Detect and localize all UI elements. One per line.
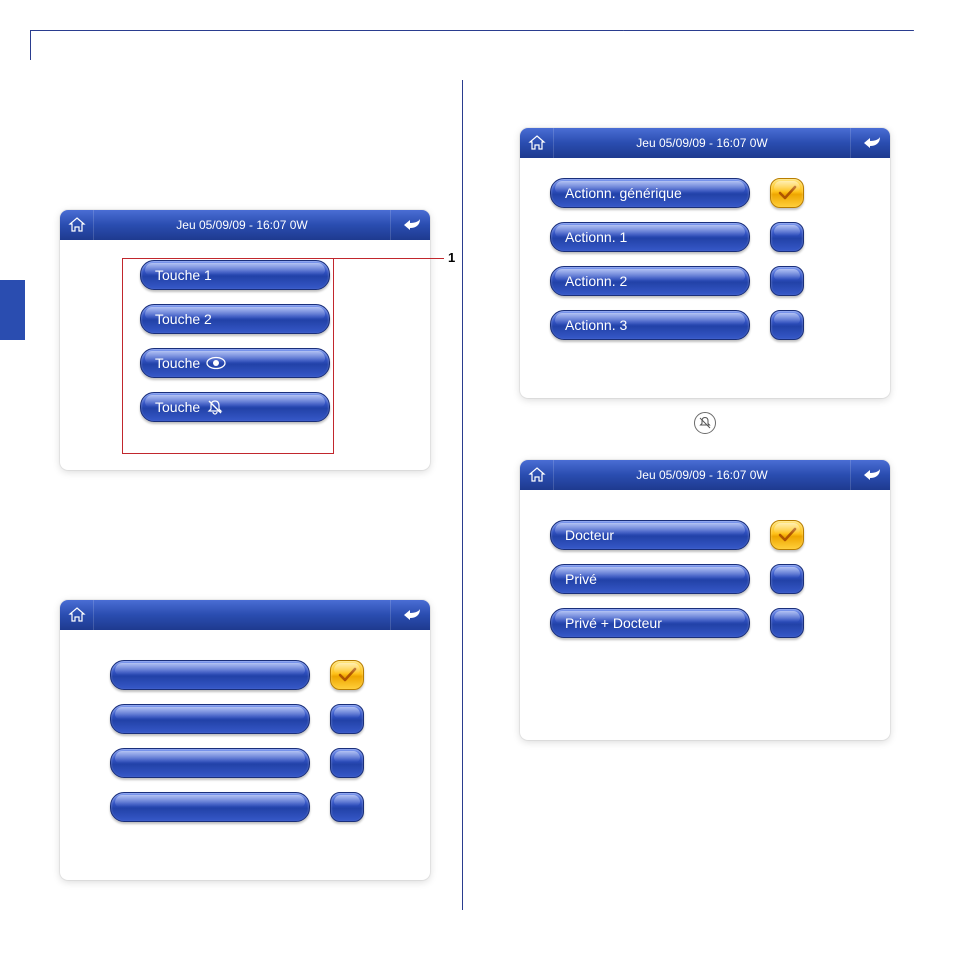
back-arrow-icon [860, 467, 882, 483]
actionn-1-checkbox[interactable] [770, 222, 804, 252]
page-frame-notch [603, 30, 914, 60]
back-arrow-icon [400, 607, 422, 623]
prive-button[interactable]: Privé [550, 564, 750, 594]
actionn-generique-button[interactable]: Actionn. générique [550, 178, 750, 208]
check-icon [777, 527, 797, 543]
option-3-checkbox[interactable] [330, 748, 364, 778]
panel-header: Jeu 05/09/09 - 16:07 0W [520, 460, 890, 490]
header-datetime: Jeu 05/09/09 - 16:07 0W [94, 218, 390, 232]
option-1-checkbox[interactable] [330, 660, 364, 690]
check-icon [337, 667, 357, 683]
panel-actionneurs: Jeu 05/09/09 - 16:07 0W Actionn. génériq… [520, 128, 890, 398]
home-icon [528, 467, 546, 483]
panel-profiles: Jeu 05/09/09 - 16:07 0W Docteur Privé Pr… [520, 460, 890, 740]
home-icon [68, 607, 86, 623]
home-button[interactable] [520, 128, 554, 158]
button-label: Actionn. générique [565, 185, 682, 201]
panel-body: Docteur Privé Privé + Docteur [520, 490, 890, 690]
home-button[interactable] [60, 600, 94, 630]
back-button[interactable] [390, 600, 430, 630]
prive-docteur-button[interactable]: Privé + Docteur [550, 608, 750, 638]
option-4-checkbox[interactable] [330, 792, 364, 822]
actionn-3-checkbox[interactable] [770, 310, 804, 340]
panel-blank-options [60, 600, 430, 880]
back-button[interactable] [850, 128, 890, 158]
panel-body: Actionn. générique Actionn. 1 Actionn. 2… [520, 158, 890, 378]
header-datetime: Jeu 05/09/09 - 16:07 0W [554, 136, 850, 150]
actionn-2-checkbox[interactable] [770, 266, 804, 296]
home-icon [528, 135, 546, 151]
button-label: Privé + Docteur [565, 615, 662, 631]
back-arrow-icon [860, 135, 882, 151]
header-datetime: Jeu 05/09/09 - 16:07 0W [554, 468, 850, 482]
option-2-button[interactable] [110, 704, 310, 734]
connector-bell-icon [694, 412, 716, 434]
button-label: Docteur [565, 527, 614, 543]
callout-label-1: 1 [448, 250, 455, 265]
actionn-3-button[interactable]: Actionn. 3 [550, 310, 750, 340]
panel-header: Jeu 05/09/09 - 16:07 0W [520, 128, 890, 158]
actionn-2-button[interactable]: Actionn. 2 [550, 266, 750, 296]
option-2-checkbox[interactable] [330, 704, 364, 734]
prive-docteur-checkbox[interactable] [770, 608, 804, 638]
actionn-generique-checkbox[interactable] [770, 178, 804, 208]
back-button[interactable] [390, 210, 430, 240]
docteur-button[interactable]: Docteur [550, 520, 750, 550]
home-button[interactable] [520, 460, 554, 490]
vertical-divider [462, 80, 463, 910]
button-label: Privé [565, 571, 597, 587]
docteur-checkbox[interactable] [770, 520, 804, 550]
panel-body [60, 630, 430, 860]
button-label: Actionn. 2 [565, 273, 627, 289]
button-label: Actionn. 1 [565, 229, 627, 245]
prive-checkbox[interactable] [770, 564, 804, 594]
check-icon [777, 185, 797, 201]
home-icon [68, 217, 86, 233]
button-label: Actionn. 3 [565, 317, 627, 333]
option-4-button[interactable] [110, 792, 310, 822]
callout-box-1 [122, 258, 334, 454]
back-button[interactable] [850, 460, 890, 490]
side-tab [0, 280, 25, 340]
back-arrow-icon [400, 217, 422, 233]
option-3-button[interactable] [110, 748, 310, 778]
panel-header: Jeu 05/09/09 - 16:07 0W [60, 210, 430, 240]
home-button[interactable] [60, 210, 94, 240]
callout-line-1 [334, 258, 444, 259]
actionn-1-button[interactable]: Actionn. 1 [550, 222, 750, 252]
panel-header [60, 600, 430, 630]
option-1-button[interactable] [110, 660, 310, 690]
